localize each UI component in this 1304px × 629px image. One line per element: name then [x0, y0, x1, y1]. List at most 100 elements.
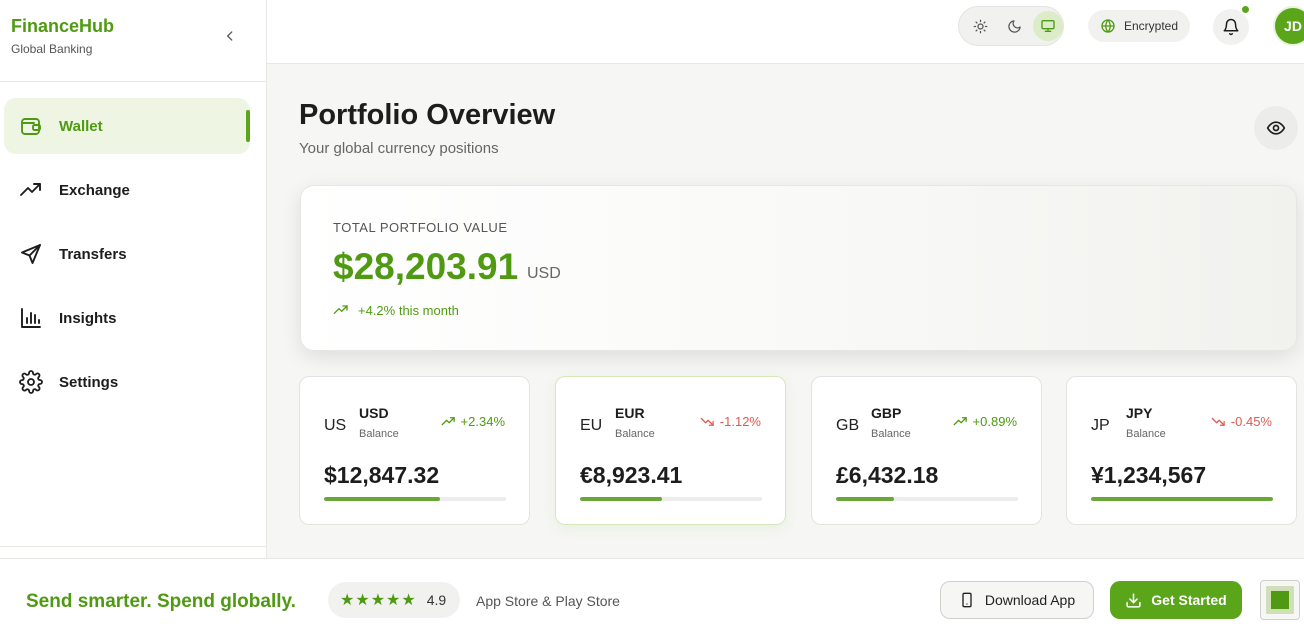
sidebar: FinanceHub Global Banking Wallet Exchang…	[0, 0, 267, 629]
trending-up-icon	[333, 305, 348, 314]
gear-icon	[19, 370, 43, 394]
eye-icon	[1266, 121, 1286, 135]
monitor-icon	[1041, 19, 1055, 32]
currency-change: +2.34%	[441, 414, 505, 429]
promo-bar: Send smarter. Spend globally. ★★★★★ 4.9 …	[0, 558, 1304, 629]
sidebar-divider	[0, 81, 267, 82]
currency-amount: $12,847.32	[324, 462, 440, 488]
bell-icon	[1223, 18, 1239, 36]
sidebar-item-label: Wallet	[59, 117, 103, 135]
currency-progress-track	[580, 497, 762, 501]
encrypted-label: Encrypted	[1124, 19, 1179, 33]
notification-dot	[1240, 4, 1251, 15]
wallet-icon	[19, 114, 43, 138]
currency-change: -0.45%	[1211, 414, 1272, 429]
bar-chart-icon	[19, 306, 43, 330]
avatar[interactable]: JD	[1273, 6, 1304, 46]
currency-subtitle: Balance	[359, 428, 399, 440]
moon-icon	[1007, 19, 1021, 33]
sidebar-item-insights[interactable]: Insights	[4, 290, 250, 346]
collapse-sidebar-button[interactable]	[220, 26, 240, 46]
currency-code: EUR	[615, 405, 645, 421]
widget-square-icon	[1266, 586, 1294, 614]
widget-toggle-button[interactable]	[1260, 580, 1300, 620]
sun-icon	[973, 19, 987, 33]
currency-flag: US	[324, 417, 347, 434]
rating-badge: ★★★★★ 4.9	[328, 582, 460, 618]
currency-amount: €8,923.41	[580, 462, 683, 488]
brand-subtitle: Global Banking	[11, 42, 93, 56]
trending-up-icon	[19, 178, 43, 202]
sidebar-item-transfers[interactable]: Transfers	[4, 226, 250, 282]
currency-flag: GB	[836, 417, 860, 434]
sidebar-item-label: Exchange	[59, 181, 130, 199]
brand: FinanceHub Global Banking	[11, 16, 114, 56]
promo-headline: Send smarter. Spend globally.	[26, 591, 296, 612]
active-indicator	[246, 110, 250, 142]
sidebar-item-label: Insights	[59, 309, 117, 327]
sidebar-item-label: Transfers	[59, 245, 127, 263]
sidebar-nav: Wallet Exchange Transfers Insights Setti…	[4, 98, 250, 418]
currency-flag: JP	[1091, 417, 1110, 434]
sidebar-item-settings[interactable]: Settings	[4, 354, 250, 410]
currency-change-text: +2.34%	[460, 414, 505, 429]
page-subtitle: Your global currency positions	[299, 140, 499, 157]
currency-card-usd[interactable]: US USD Balance +2.34% $12,847.32	[299, 376, 530, 525]
sidebar-item-label: Settings	[59, 373, 119, 391]
download-app-label: Download App	[984, 592, 1076, 608]
trending-down-icon	[1211, 417, 1225, 426]
currency-progress-fill	[324, 497, 441, 501]
currency-card-eur[interactable]: EU EUR Balance -1.12% €8,923.41	[555, 376, 786, 525]
toggle-visibility-button[interactable]	[1254, 106, 1298, 150]
sidebar-item-exchange[interactable]: Exchange	[4, 162, 250, 218]
notifications-button[interactable]	[1213, 4, 1251, 45]
theme-dark-button[interactable]	[999, 11, 1029, 41]
theme-switcher	[958, 6, 1064, 46]
currency-progress-fill	[836, 497, 895, 501]
currency-code: USD	[359, 405, 389, 421]
currency-change: +0.89%	[953, 414, 1017, 429]
store-availability: App Store & Play Store	[476, 593, 620, 609]
sidebar-item-wallet[interactable]: Wallet	[4, 98, 250, 154]
currency-flag: EU	[580, 417, 603, 434]
currency-card-jpy[interactable]: JP JPY Balance -0.45% ¥1,234,567	[1066, 376, 1297, 525]
currency-progress-track	[836, 497, 1018, 501]
sidebar-bottom-divider	[0, 546, 267, 547]
currency-card-gbp[interactable]: GB GBP Balance +0.89% £6,432.18	[811, 376, 1042, 525]
get-started-label: Get Started	[1151, 592, 1227, 608]
portfolio-unit: USD	[527, 265, 561, 282]
trending-up-icon	[441, 417, 455, 426]
theme-light-button[interactable]	[965, 11, 995, 41]
send-icon	[19, 242, 43, 266]
currency-change-text: -0.45%	[1230, 414, 1272, 429]
trending-down-icon	[700, 417, 714, 426]
download-app-button[interactable]: Download App	[940, 581, 1094, 619]
currency-amount: £6,432.18	[836, 462, 939, 488]
currency-progress-track	[1091, 497, 1273, 501]
portfolio-amount: $28,203.91	[333, 246, 519, 287]
currency-progress-fill	[580, 497, 662, 501]
currency-subtitle: Balance	[615, 428, 655, 440]
globe-icon	[1101, 19, 1115, 33]
portfolio-change-text: +4.2% this month	[358, 302, 459, 318]
currency-code: JPY	[1126, 405, 1153, 421]
get-started-button[interactable]: Get Started	[1110, 581, 1242, 619]
currency-change-text: -1.12%	[719, 414, 761, 429]
portfolio-label: TOTAL PORTFOLIO VALUE	[333, 220, 508, 235]
currency-code: GBP	[871, 405, 902, 421]
currency-amount: ¥1,234,567	[1091, 462, 1207, 488]
brand-name: FinanceHub	[11, 16, 115, 36]
currency-progress-track	[324, 497, 506, 501]
theme-system-button[interactable]	[1033, 11, 1063, 41]
page-title: Portfolio Overview	[299, 99, 556, 131]
currency-change: -1.12%	[700, 414, 761, 429]
currency-change-text: +0.89%	[972, 414, 1017, 429]
currency-progress-fill	[1091, 497, 1273, 501]
rating-value: 4.9	[426, 592, 447, 608]
encrypted-badge: Encrypted	[1088, 10, 1191, 42]
smartphone-icon	[962, 592, 972, 608]
portfolio-summary-card: TOTAL PORTFOLIO VALUE $28,203.91 USD +4.…	[300, 185, 1297, 351]
trending-up-icon	[953, 417, 967, 426]
currency-subtitle: Balance	[871, 428, 911, 440]
star-rating-icons: ★★★★★	[340, 592, 417, 609]
